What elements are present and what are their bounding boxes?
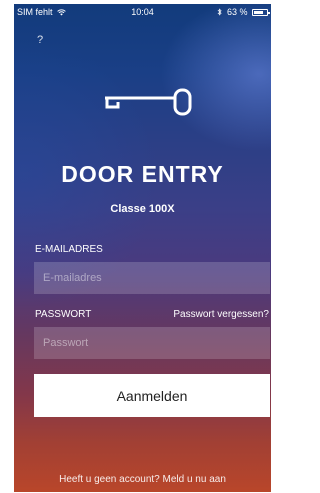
app-title: DOOR ENTRY — [61, 161, 224, 187]
help-button[interactable]: ? — [37, 34, 43, 46]
password-label: PASSWORT — [35, 309, 92, 320]
status-right: 63 % — [217, 7, 270, 17]
signup-link[interactable]: Heeft u geen account? Meld u nu aan — [14, 474, 271, 485]
battery-icon — [252, 9, 270, 16]
key-icon — [105, 88, 192, 116]
forgot-password-link[interactable]: Passwort vergessen? — [173, 309, 269, 320]
email-input[interactable] — [34, 262, 270, 294]
app-subtitle: Classe 100X — [110, 203, 175, 215]
password-input[interactable] — [34, 327, 270, 359]
email-label: E-MAILADRES — [35, 244, 103, 255]
bluetooth-icon — [218, 8, 223, 16]
battery-level — [254, 11, 263, 14]
app-screen: SIM fehlt 10:04 63 % ? DOOR ENTRY Classe — [14, 4, 271, 492]
status-bar: SIM fehlt 10:04 63 % — [14, 4, 271, 19]
login-button[interactable]: Aanmelden — [34, 374, 270, 417]
battery-percent: 63 % — [226, 7, 248, 17]
